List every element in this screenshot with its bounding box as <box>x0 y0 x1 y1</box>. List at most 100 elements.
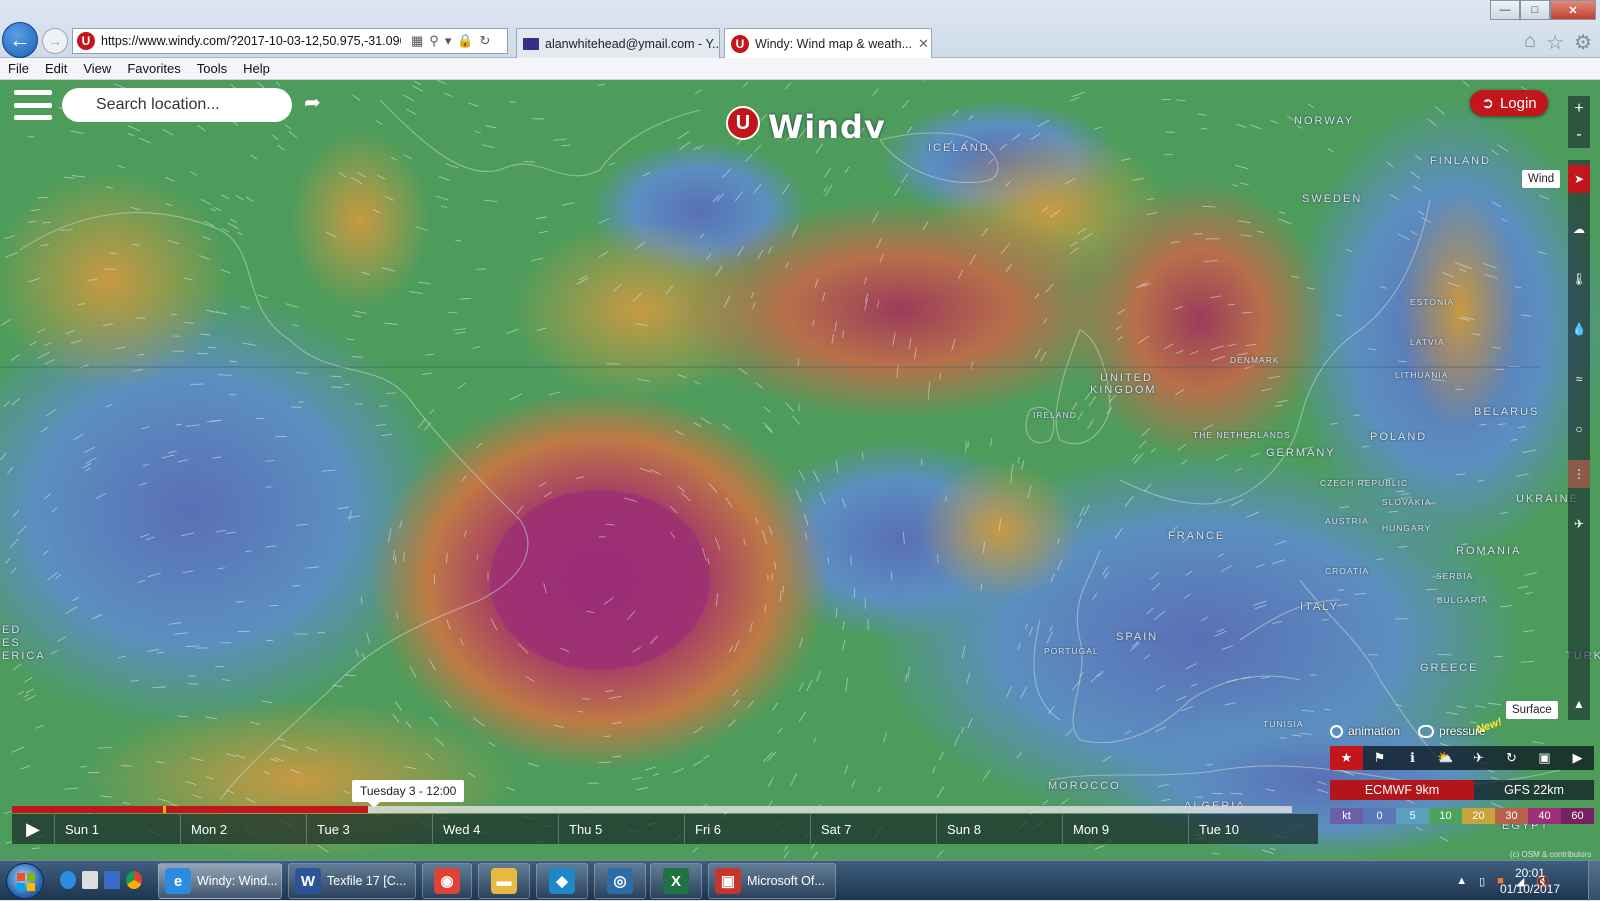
map-label: MOROCCO <box>1048 780 1121 792</box>
timeline-day[interactable]: Mon 9 <box>1062 814 1188 844</box>
menu-tools[interactable]: Tools <box>197 61 227 76</box>
timeline-progress[interactable] <box>12 806 1292 813</box>
timeline-day[interactable]: Fri 6 <box>684 814 810 844</box>
share-icon[interactable]: ➦ <box>304 90 330 116</box>
more-layers-button[interactable]: ⋮ <box>1568 460 1590 488</box>
tab-windy[interactable]: U Windy: Wind map & weath... ✕ <box>724 28 932 58</box>
forward-button[interactable]: → <box>42 28 68 54</box>
minimize-button[interactable]: — <box>1490 0 1520 20</box>
chrome-quicklaunch-icon[interactable] <box>126 871 142 889</box>
map-label: ES <box>2 637 21 649</box>
menu-file[interactable]: File <box>8 61 29 76</box>
layer-rain[interactable]: 💧 <box>1568 315 1590 343</box>
home-icon[interactable]: ⌂ <box>1524 30 1536 55</box>
favorites-star-icon[interactable]: ★ <box>1330 746 1363 770</box>
map-label: THE NETHERLANDS <box>1193 430 1291 440</box>
map-label: SLOVAKIA <box>1382 497 1431 507</box>
map-label: HUNGARY <box>1382 523 1431 533</box>
timeline-day[interactable]: Tue 10 <box>1188 814 1314 844</box>
login-button[interactable]: ➲ Login <box>1470 90 1548 116</box>
gear-icon[interactable]: ⚙ <box>1574 30 1592 55</box>
taskbar-app-label: Windy: Wind... <box>197 874 278 888</box>
layer-temperature[interactable]: 🌡 <box>1568 265 1590 293</box>
taskbar-app[interactable]: ◎ <box>594 863 646 899</box>
cloud-icon: ☁ <box>1573 222 1585 236</box>
info-icon[interactable]: ℹ <box>1396 746 1429 770</box>
desktop-quicklaunch-icon[interactable] <box>104 871 120 889</box>
battery-icon[interactable]: ▯ <box>1479 875 1485 888</box>
timeline-day[interactable]: Sun 1 <box>54 814 180 844</box>
document-quicklaunch-icon[interactable] <box>82 871 98 889</box>
dropdown-icon[interactable]: ▾ <box>445 33 452 49</box>
show-hidden-icons-icon[interactable]: ▲ <box>1456 875 1467 887</box>
animation-toggle[interactable]: animation <box>1330 724 1400 738</box>
wind-icon: ➤ <box>1574 172 1584 186</box>
start-button[interactable] <box>6 863 44 899</box>
taskbar-app[interactable]: WTexfile 17 [C... <box>288 863 416 899</box>
lock-icon[interactable]: 🔒 <box>457 33 473 49</box>
back-button[interactable]: ← <box>2 22 38 58</box>
webcam-icon[interactable]: ▣ <box>1528 746 1561 770</box>
close-window-button[interactable]: ✕ <box>1550 0 1596 20</box>
address-bar[interactable]: U https://www.windy.com/?2017-10-03-12,5… <box>72 28 508 54</box>
layer-clouds[interactable]: ☁ <box>1568 215 1590 243</box>
menu-help[interactable]: Help <box>243 61 270 76</box>
play-button[interactable]: ▶ <box>12 814 54 844</box>
excel-icon: X <box>663 868 689 894</box>
model-ecmwf-button[interactable]: ECMWF 9km <box>1330 780 1474 800</box>
scale-unit[interactable]: kt <box>1330 808 1363 824</box>
airplane-icon[interactable]: ✈ <box>1462 746 1495 770</box>
refresh-icon[interactable]: ↻ <box>480 33 491 49</box>
timeline-day[interactable]: Mon 2 <box>180 814 306 844</box>
taskbar-app[interactable]: eWindy: Wind... <box>158 863 282 899</box>
url-text[interactable]: https://www.windy.com/?2017-10-03-12,50.… <box>101 34 401 48</box>
layer-airports[interactable]: ✈ <box>1568 510 1590 538</box>
layer-wind[interactable]: ➤ <box>1568 165 1590 193</box>
timeline-day[interactable]: Thu 5 <box>558 814 684 844</box>
zoom-out-button[interactable]: - <box>1576 126 1581 144</box>
ie-quicklaunch-icon[interactable] <box>60 871 76 889</box>
favorites-star-icon[interactable]: ☆ <box>1546 30 1564 55</box>
layer-waves[interactable]: ≈ <box>1568 365 1590 393</box>
timeline-day[interactable]: Wed 4 <box>432 814 558 844</box>
scale-value: 20 <box>1462 808 1495 824</box>
clock[interactable]: 20:01 01/10/2017 <box>1500 865 1560 897</box>
tab-label: Windy: Wind map & weath... <box>755 37 912 51</box>
kodi-icon: ◆ <box>549 868 575 894</box>
search-icon[interactable]: ⚲ <box>429 33 439 49</box>
model-gfs-button[interactable]: GFS 22km <box>1474 780 1594 800</box>
taskbar-app[interactable]: ◆ <box>536 863 588 899</box>
tab-mail[interactable]: alanwhitehead@ymail.com - Y... <box>516 28 720 58</box>
video-icon[interactable]: ▶ <box>1561 746 1594 770</box>
show-desktop-button[interactable] <box>1588 861 1600 901</box>
wind-map[interactable]: ICELANDNORWAYFINLANDSWEDENESTONIALATVIAD… <box>0 80 1600 860</box>
compatibility-view-icon[interactable]: ▦ <box>411 33 423 49</box>
layer-balloon[interactable]: ○ <box>1568 415 1590 443</box>
map-label: SWEDEN <box>1302 193 1362 205</box>
taskbar-app[interactable]: ▬ <box>478 863 530 899</box>
menu-favorites[interactable]: Favorites <box>127 61 180 76</box>
maximize-button[interactable]: □ <box>1520 0 1550 20</box>
menu-edit[interactable]: Edit <box>45 61 67 76</box>
flag-icon[interactable]: ⚑ <box>1363 746 1396 770</box>
close-icon[interactable]: ✕ <box>918 36 929 52</box>
taskbar-app[interactable]: ▣Microsoft Of... <box>708 863 836 899</box>
timeline-day[interactable]: Sat 7 <box>810 814 936 844</box>
timeline-day[interactable]: Tue 3 <box>306 814 432 844</box>
hamburger-menu-button[interactable] <box>14 90 52 120</box>
map-label: AUSTRIA <box>1325 516 1369 526</box>
wind-tooltip: Wind <box>1522 170 1560 188</box>
zoom-in-button[interactable]: + <box>1574 100 1583 118</box>
layer-altitude[interactable]: ▲ <box>1568 690 1590 718</box>
weather-icon[interactable]: ⛅ <box>1429 746 1462 770</box>
animation-label: animation <box>1348 724 1400 738</box>
taskbar-app[interactable]: X <box>650 863 702 899</box>
menu-view[interactable]: View <box>83 61 111 76</box>
surface-tooltip: Surface <box>1506 701 1558 719</box>
chrome-icon: ◉ <box>434 868 460 894</box>
windy-logo[interactable]: U Windy <box>726 106 886 140</box>
radar-icon[interactable]: ↻ <box>1495 746 1528 770</box>
taskbar-app[interactable]: ◉ <box>422 863 472 899</box>
timeline-day[interactable]: Sun 8 <box>936 814 1062 844</box>
search-location-input[interactable]: Search location... <box>62 88 292 122</box>
